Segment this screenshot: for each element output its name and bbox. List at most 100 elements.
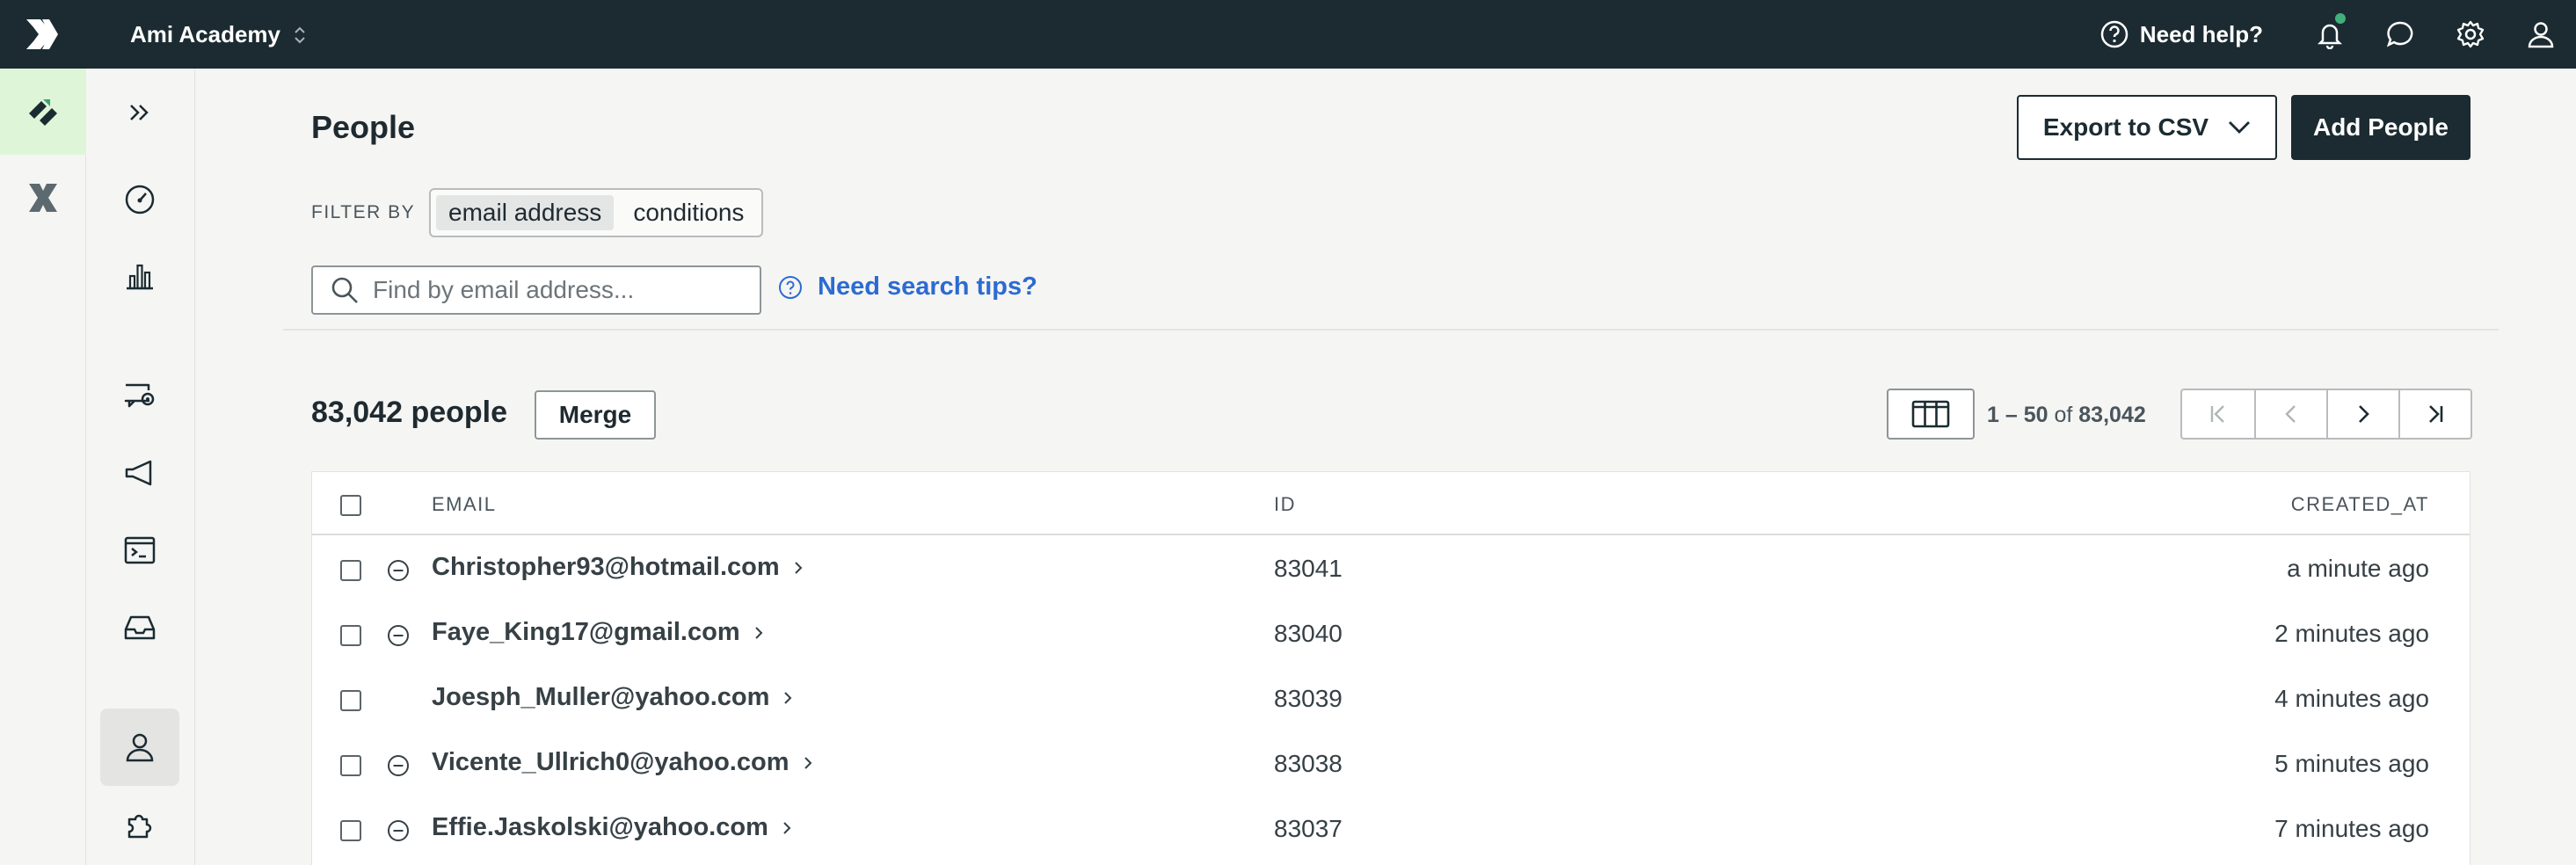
unsubscribed-icon — [388, 820, 409, 841]
row-email[interactable]: Joesph_Muller@yahoo.com — [432, 683, 796, 712]
first-page-icon — [2210, 405, 2224, 423]
notification-dot — [2335, 13, 2346, 24]
page-of: of — [2054, 403, 2073, 427]
row-created-at: 7 minutes ago — [2274, 815, 2429, 842]
nav-item-dashboard[interactable] — [100, 160, 179, 237]
user-icon — [2528, 22, 2554, 48]
columns-icon — [1911, 400, 1950, 428]
chevron-right-icon — [804, 756, 811, 769]
need-help-button[interactable]: Need help? — [2099, 19, 2263, 49]
nav-item-inbox[interactable] — [100, 589, 179, 666]
unsubscribed-icon — [388, 625, 409, 646]
filter-conditions[interactable]: conditions — [621, 195, 756, 230]
last-page-button[interactable] — [2398, 390, 2470, 438]
notifications-button[interactable] — [2295, 0, 2365, 69]
product-rail — [0, 69, 86, 865]
row-checkbox[interactable] — [340, 625, 361, 646]
nav-item-transactional[interactable] — [100, 512, 179, 589]
table-row[interactable]: Faye_King17@gmail.com 83040 2 minutes ag… — [312, 600, 2470, 665]
double-chevron-right-icon — [130, 105, 149, 120]
row-email[interactable]: Vicente_Ullrich0@yahoo.com — [432, 748, 816, 777]
divider — [283, 329, 2499, 331]
last-page-icon — [2429, 405, 2443, 423]
nav-item-campaigns[interactable] — [100, 357, 179, 434]
table-row[interactable]: Effie.Jaskolski@yahoo.com 83037 7 minute… — [312, 796, 2470, 861]
row-email-text: Faye_King17@gmail.com — [432, 618, 740, 646]
messages-button[interactable] — [2365, 0, 2435, 69]
nav-item-people[interactable] — [100, 709, 179, 786]
row-email-text: Effie.Jaskolski@yahoo.com — [432, 813, 768, 841]
workspace-switcher[interactable]: Ami Academy — [130, 21, 307, 48]
next-page-button[interactable] — [2326, 390, 2398, 438]
app-logo-icon[interactable] — [25, 18, 60, 51]
column-header-email[interactable]: EMAIL — [432, 493, 497, 516]
journeys-logo-icon — [29, 99, 57, 126]
filter-email-address[interactable]: email address — [436, 195, 615, 230]
top-bar: Ami Academy Need help? — [0, 0, 2576, 69]
megaphone-icon — [125, 460, 152, 486]
add-people-button[interactable]: Add People — [2291, 95, 2470, 160]
row-id: 83037 — [1274, 815, 1343, 842]
nav-item-analytics[interactable] — [100, 237, 179, 315]
row-created-at: a minute ago — [2287, 555, 2429, 582]
table-row[interactable]: Christopher93@hotmail.com 83041 a minute… — [312, 535, 2470, 600]
secondary-nav — [86, 69, 195, 865]
page-total: 83,042 — [2078, 403, 2146, 427]
filter-by-label: FILTER BY — [311, 202, 416, 222]
row-checkbox[interactable] — [340, 690, 361, 711]
search-box — [311, 265, 761, 315]
nav-item-broadcasts[interactable] — [100, 434, 179, 512]
table-header: EMAIL ID CREATED_AT — [312, 472, 2470, 535]
chevron-right-icon — [2359, 405, 2369, 423]
row-checkbox[interactable] — [340, 560, 361, 581]
people-table: EMAIL ID CREATED_AT Christopher93@hotmai… — [311, 471, 2470, 865]
export-csv-button[interactable]: Export to CSV — [2017, 95, 2277, 160]
expand-nav-button[interactable] — [100, 74, 179, 151]
row-email-text: Vicente_Ullrich0@yahoo.com — [432, 748, 790, 776]
search-tips-link[interactable]: Need search tips? — [777, 273, 1037, 302]
table-row[interactable]: Vicente_Ullrich0@yahoo.com 83038 5 minut… — [312, 731, 2470, 796]
filter-type-toggle: email address conditions — [429, 188, 764, 237]
column-settings-button[interactable] — [1887, 389, 1975, 440]
column-header-created-at[interactable]: CREATED_AT — [2291, 493, 2429, 516]
rail-item-journeys[interactable] — [0, 69, 86, 155]
column-header-id[interactable]: ID — [1274, 493, 1296, 516]
select-all-checkbox[interactable] — [340, 495, 361, 516]
chevron-right-icon — [794, 561, 803, 574]
chat-icon — [2386, 21, 2413, 47]
account-button[interactable] — [2506, 0, 2576, 69]
unsubscribed-icon — [388, 755, 409, 776]
terminal-icon — [124, 536, 156, 564]
first-page-button[interactable] — [2182, 390, 2254, 438]
settings-button[interactable] — [2435, 0, 2506, 69]
bar-chart-icon — [127, 264, 153, 290]
row-email[interactable]: Faye_King17@gmail.com — [432, 618, 767, 647]
page-title: People — [311, 109, 416, 145]
pipelines-logo-icon — [29, 184, 57, 212]
chevron-right-icon — [754, 626, 763, 639]
row-id: 83041 — [1274, 555, 1343, 582]
people-count: 83,042 people — [311, 396, 508, 429]
row-checkbox[interactable] — [340, 820, 361, 841]
search-input[interactable] — [373, 276, 742, 304]
message-settings-icon — [124, 383, 155, 408]
row-checkbox[interactable] — [340, 755, 361, 776]
search-tips-label: Need search tips? — [818, 273, 1037, 301]
table-row[interactable]: Joesph_Muller@yahoo.com 83039 4 minutes … — [312, 665, 2470, 731]
row-created-at: 2 minutes ago — [2274, 620, 2429, 647]
chevron-down-icon — [2229, 121, 2251, 134]
row-email[interactable]: Christopher93@hotmail.com — [432, 553, 806, 582]
inbox-icon — [124, 615, 156, 640]
row-email[interactable]: Effie.Jaskolski@yahoo.com — [432, 813, 795, 842]
search-icon — [331, 277, 358, 303]
merge-button[interactable]: Merge — [535, 390, 656, 440]
unsubscribed-icon — [388, 560, 409, 581]
puzzle-icon — [127, 814, 152, 839]
row-email-text: Christopher93@hotmail.com — [432, 553, 780, 581]
pagination-controls — [2180, 389, 2472, 440]
page-range: 1 – 50 — [1987, 403, 2048, 427]
row-email-text: Joesph_Muller@yahoo.com — [432, 683, 770, 711]
rail-item-data-pipelines[interactable] — [0, 155, 86, 241]
nav-item-integrations[interactable] — [100, 786, 179, 863]
previous-page-button[interactable] — [2254, 390, 2326, 438]
